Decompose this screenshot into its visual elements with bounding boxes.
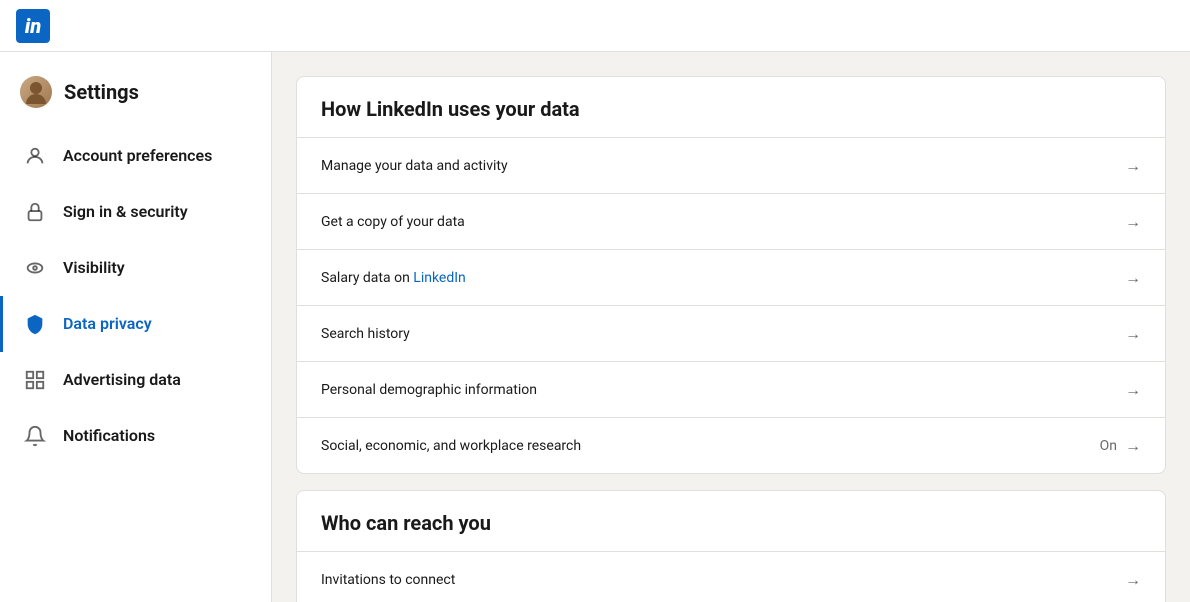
linkedin-logo[interactable]: in bbox=[16, 9, 50, 43]
sections-container: How LinkedIn uses your data Manage your … bbox=[296, 76, 1166, 602]
avatar bbox=[20, 76, 52, 108]
arrow-icon: → bbox=[1125, 212, 1141, 232]
section-item-salary-data[interactable]: Salary data on LinkedIn → bbox=[297, 249, 1165, 305]
item-status-social-research: On bbox=[1100, 438, 1117, 454]
avatar-image bbox=[20, 76, 52, 108]
settings-title: Settings bbox=[64, 80, 139, 104]
item-label-social-research: Social, economic, and workplace research bbox=[321, 438, 581, 454]
lock-icon bbox=[23, 200, 47, 224]
sidebar-item-label: Visibility bbox=[63, 258, 125, 279]
shield-icon bbox=[23, 312, 47, 336]
item-label-search-history: Search history bbox=[321, 326, 410, 342]
content-area: How LinkedIn uses your data Manage your … bbox=[272, 52, 1190, 602]
item-label-demographic-info: Personal demographic information bbox=[321, 382, 537, 398]
bell-icon bbox=[23, 424, 47, 448]
eye-icon bbox=[23, 256, 47, 280]
section-title-how-linkedin-uses-data: How LinkedIn uses your data bbox=[297, 77, 1165, 137]
item-label-salary-data: Salary data on LinkedIn bbox=[321, 270, 466, 286]
sidebar-item-label: Advertising data bbox=[63, 370, 181, 391]
sidebar-item-advertising-data[interactable]: Advertising data bbox=[0, 352, 271, 408]
sidebar-item-label: Notifications bbox=[63, 426, 155, 447]
linkedin-link: LinkedIn bbox=[413, 270, 466, 286]
section-who-can-reach-you: Who can reach you Invitations to connect… bbox=[296, 490, 1166, 602]
item-label-invitations-connect: Invitations to connect bbox=[321, 572, 455, 588]
arrow-icon: → bbox=[1125, 380, 1141, 400]
arrow-icon: → bbox=[1125, 324, 1141, 344]
section-how-linkedin-uses-data: How LinkedIn uses your data Manage your … bbox=[296, 76, 1166, 474]
section-item-copy-data[interactable]: Get a copy of your data → bbox=[297, 193, 1165, 249]
grid-icon bbox=[23, 368, 47, 392]
settings-header: Settings bbox=[0, 68, 271, 128]
main-container: Settings Account preferences Sign in & s… bbox=[0, 52, 1190, 602]
section-item-manage-data[interactable]: Manage your data and activity → bbox=[297, 137, 1165, 193]
sidebar-item-visibility[interactable]: Visibility bbox=[0, 240, 271, 296]
section-item-search-history[interactable]: Search history → bbox=[297, 305, 1165, 361]
section-item-invitations-connect[interactable]: Invitations to connect → bbox=[297, 551, 1165, 602]
nav-items-list: Account preferences Sign in & security V… bbox=[0, 128, 271, 464]
sidebar: Settings Account preferences Sign in & s… bbox=[0, 52, 272, 602]
sidebar-item-data-privacy[interactable]: Data privacy bbox=[0, 296, 271, 352]
sidebar-item-label: Account preferences bbox=[63, 146, 212, 167]
section-item-demographic-info[interactable]: Personal demographic information → bbox=[297, 361, 1165, 417]
arrow-icon: → bbox=[1125, 436, 1141, 456]
arrow-icon: → bbox=[1125, 570, 1141, 590]
person-icon bbox=[23, 144, 47, 168]
item-label-copy-data: Get a copy of your data bbox=[321, 214, 465, 230]
section-item-social-research[interactable]: Social, economic, and workplace research… bbox=[297, 417, 1165, 473]
sidebar-item-account-preferences[interactable]: Account preferences bbox=[0, 128, 271, 184]
sidebar-item-sign-in-security[interactable]: Sign in & security bbox=[0, 184, 271, 240]
sidebar-item-label: Data privacy bbox=[63, 314, 152, 335]
item-label-manage-data: Manage your data and activity bbox=[321, 158, 508, 174]
arrow-icon: → bbox=[1125, 268, 1141, 288]
sidebar-item-label: Sign in & security bbox=[63, 202, 188, 223]
sidebar-item-notifications[interactable]: Notifications bbox=[0, 408, 271, 464]
arrow-icon: → bbox=[1125, 156, 1141, 176]
section-title-who-can-reach-you: Who can reach you bbox=[297, 491, 1165, 551]
navbar: in bbox=[0, 0, 1190, 52]
